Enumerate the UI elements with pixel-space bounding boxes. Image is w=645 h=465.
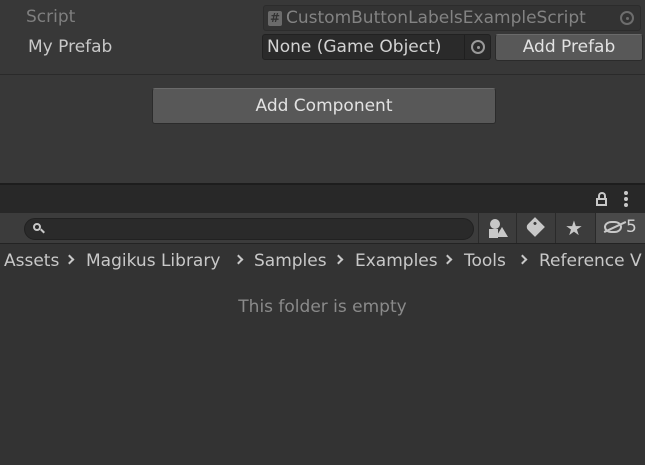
chevron-right-icon [233,254,244,265]
breadcrumb: Assets Magikus Library Samples Examples … [0,245,645,277]
search-icon [33,223,45,234]
script-label: Script [26,7,76,27]
hidden-packages-toggle[interactable]: 5 [595,213,645,243]
script-property-row: Script # CustomButtonLabelsExampleScript [0,4,645,32]
object-picker-icon[interactable] [464,35,490,59]
prefab-label: My Prefab [28,37,113,57]
object-picker-icon[interactable] [614,6,640,30]
chevron-right-icon [333,254,344,265]
tag-icon [525,217,545,237]
search-by-type-button[interactable] [478,213,516,243]
hash-icon: # [268,11,282,26]
lock-icon[interactable] [596,192,607,207]
prefab-value: None (Game Object) [267,37,442,57]
breadcrumb-item-tools[interactable]: Tools [464,251,506,271]
project-panel: ★ 5 Assets Magikus Library Samples Examp… [0,183,645,465]
prefab-object-field[interactable]: None (Game Object) [262,34,491,60]
script-object-field[interactable]: # CustomButtonLabelsExampleScript [263,5,641,31]
kebab-menu-icon[interactable] [624,191,630,209]
chevron-right-icon [442,254,453,265]
breadcrumb-item-assets[interactable]: Assets [4,251,59,271]
eye-slash-icon [604,221,622,233]
add-component-button[interactable]: Add Component [152,88,496,124]
hidden-count: 5 [626,217,637,237]
project-toolbar: ★ 5 [0,213,645,244]
search-by-label-button[interactable] [516,213,554,243]
breadcrumb-item-reference[interactable]: Reference V [539,251,642,271]
breadcrumb-item-examples[interactable]: Examples [355,251,438,271]
breadcrumb-item-magikus-library[interactable]: Magikus Library [86,251,220,271]
favorites-button[interactable]: ★ [555,213,593,243]
star-icon: ★ [565,216,583,240]
chevron-right-icon [517,254,528,265]
inspector-panel: Script # CustomButtonLabelsExampleScript… [0,0,645,183]
project-tab-bar [0,183,645,213]
empty-folder-message: This folder is empty [238,297,407,317]
add-prefab-button[interactable]: Add Prefab [495,34,643,61]
prefab-property-row: My Prefab None (Game Object) Add Prefab [0,34,645,62]
breadcrumb-item-samples[interactable]: Samples [254,251,327,271]
chevron-right-icon [64,254,75,265]
section-divider [0,74,645,75]
search-input[interactable] [24,218,474,240]
script-value: CustomButtonLabelsExampleScript [286,8,586,28]
